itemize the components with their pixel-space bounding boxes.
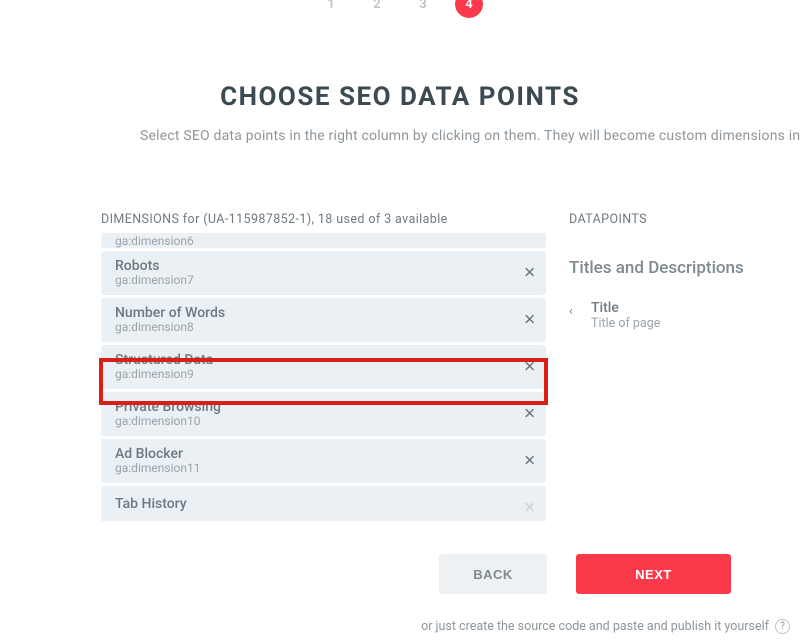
footer-text: or just create the source code and paste…	[421, 619, 769, 634]
back-button[interactable]: BACK	[439, 554, 547, 594]
close-icon[interactable]: ✕	[523, 313, 536, 328]
page-title: CHOOSE SEO DATA POINTS	[0, 82, 800, 112]
dimension-item[interactable]: Tab History ✕	[101, 486, 546, 521]
dimension-item[interactable]: Robots ga:dimension7 ✕	[101, 251, 546, 295]
step-3[interactable]: 3	[409, 0, 437, 18]
wizard-stepper: 1 2 3 4	[0, 0, 800, 18]
dimension-name: Ad Blocker	[115, 446, 516, 462]
dimension-item[interactable]: Ad Blocker ga:dimension11 ✕	[101, 439, 546, 483]
datapoints-header: DATAPOINTS	[569, 212, 647, 227]
page-subtitle: Select SEO data points in the right colu…	[0, 128, 800, 144]
dimension-sub: ga:dimension9	[115, 367, 516, 381]
dimension-item[interactable]: ga:dimension6	[101, 234, 546, 248]
step-4[interactable]: 4	[455, 0, 483, 18]
close-icon[interactable]: ✕	[523, 266, 536, 281]
step-2[interactable]: 2	[363, 0, 391, 18]
dimensions-header: DIMENSIONS for (UA-115987852-1), 18 used…	[101, 212, 448, 227]
dimension-item[interactable]: Number of Words ga:dimension8 ✕	[101, 298, 546, 342]
dimension-item[interactable]: Private Browsing ga:dimension10 ✕	[101, 392, 546, 436]
datapoint-item[interactable]: ‹ Title Title of page	[569, 300, 789, 331]
dimension-sub: ga:dimension11	[115, 461, 516, 475]
help-icon[interactable]: ?	[775, 619, 790, 634]
step-1[interactable]: 1	[317, 0, 345, 18]
footer-note: or just create the source code and paste…	[421, 619, 790, 634]
dimension-item-structured-data[interactable]: Structured Data ga:dimension9 ✕	[101, 345, 546, 389]
dimension-name: Robots	[115, 258, 516, 274]
dimension-sub: ga:dimension7	[115, 273, 516, 287]
datapoint-desc: Title of page	[591, 316, 789, 331]
dimension-name: Structured Data	[115, 352, 516, 368]
close-icon[interactable]: ✕	[523, 360, 536, 375]
next-button[interactable]: NEXT	[576, 554, 731, 594]
dimension-name: Tab History	[115, 496, 516, 512]
dimension-name: Number of Words	[115, 305, 516, 321]
dimensions-list[interactable]: ga:dimension6 Robots ga:dimension7 ✕ Num…	[101, 233, 546, 521]
close-icon[interactable]: ✕	[523, 501, 536, 516]
close-icon[interactable]: ✕	[523, 454, 536, 469]
dimension-name: Private Browsing	[115, 399, 516, 415]
close-icon[interactable]: ✕	[523, 407, 536, 422]
dimension-sub: ga:dimension6	[115, 234, 516, 248]
chevron-left-icon[interactable]: ‹	[569, 304, 573, 319]
datapoint-group-title: Titles and Descriptions	[569, 258, 744, 278]
datapoint-label: Title	[591, 300, 789, 316]
dimension-sub: ga:dimension10	[115, 414, 516, 428]
dimension-sub: ga:dimension8	[115, 320, 516, 334]
